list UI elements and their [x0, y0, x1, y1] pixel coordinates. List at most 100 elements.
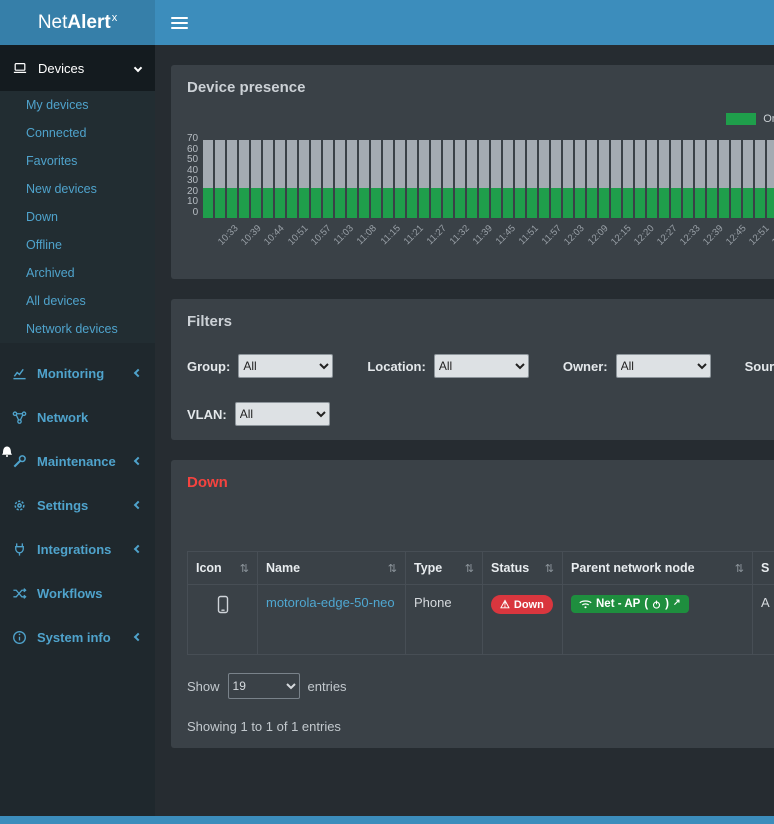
page-size-select[interactable]: 19	[228, 673, 300, 699]
sidebar-subitem-offline[interactable]: Offline	[0, 231, 155, 259]
sidebar-menu: Monitoring Network Maintenance Settings	[0, 351, 155, 659]
parent-network-node-cell: Net - AP ( ) ↗	[563, 585, 753, 655]
warning-icon: ⚠	[500, 598, 510, 611]
legend-label: Online	[763, 113, 774, 125]
gear-icon	[12, 498, 27, 513]
hamburger-icon	[171, 17, 188, 19]
sidebar-subitem-my-devices[interactable]: My devices	[0, 91, 155, 119]
edge-notification-icon[interactable]	[1, 444, 13, 457]
sidebar-item-maintenance[interactable]: Maintenance	[0, 439, 155, 483]
sidebar-item-label: Devices	[38, 61, 84, 76]
brand-bold: Alert	[67, 12, 110, 34]
sort-icon: ⇅	[545, 562, 554, 575]
entries-summary: Showing 1 to 1 of 1 entries	[187, 719, 774, 734]
parent-node-badge[interactable]: Net - AP ( ) ↗	[571, 595, 689, 613]
down-section-title: Down	[187, 474, 774, 491]
laptop-icon	[12, 61, 28, 75]
entries-label: entries	[308, 679, 347, 694]
sidebar-subitem-archived[interactable]: Archived	[0, 259, 155, 287]
chevron-down-icon	[134, 64, 142, 72]
column-header-icon[interactable]: Icon⇅	[188, 552, 258, 585]
chevron-left-icon	[134, 633, 142, 641]
sidebar-subitem-favorites[interactable]: Favorites	[0, 147, 155, 175]
smartphone-icon	[216, 595, 230, 615]
sidebar-item-system-info[interactable]: System info	[0, 615, 155, 659]
power-icon	[652, 600, 661, 609]
sidebar-item-settings[interactable]: Settings	[0, 483, 155, 527]
owner-filter-select[interactable]: All	[616, 354, 711, 378]
card-title: Filters	[187, 313, 774, 330]
sidebar-subitem-all-devices[interactable]: All devices	[0, 287, 155, 315]
sidebar-subitem-new-devices[interactable]: New devices	[0, 175, 155, 203]
device-name-link[interactable]: motorola-edge-50-neo	[266, 595, 395, 610]
info-icon	[12, 630, 27, 645]
sidebar-item-network[interactable]: Network	[0, 395, 155, 439]
column-header-status[interactable]: Status⇅	[483, 552, 563, 585]
group-filter: Group: All	[187, 354, 333, 378]
sidebar-item-integrations[interactable]: Integrations	[0, 527, 155, 571]
x-axis-labels: 10:3310:3910:4410:5110:5711:0311:0811:15…	[218, 221, 774, 265]
network-nodes-icon	[12, 410, 27, 425]
column-header-type[interactable]: Type⇅	[406, 552, 483, 585]
wrench-icon	[12, 454, 27, 469]
filters-row-2: VLAN: All	[187, 402, 774, 426]
devices-table: Icon⇅ Name⇅ Type⇅ Status⇅ Parent network…	[187, 551, 774, 655]
column-header-parent-network-node[interactable]: Parent network node⇅	[563, 552, 753, 585]
card-title: Device presence	[187, 79, 774, 96]
filters-card: Filters Group: All Location: All Owner: …	[171, 299, 774, 440]
brand-sup: x	[112, 12, 118, 24]
chart-line-icon	[12, 366, 27, 381]
device-status-cell: ⚠ Down	[483, 585, 563, 655]
wifi-icon	[579, 599, 592, 609]
down-devices-card: Down Icon⇅ Name⇅ Type⇅	[171, 460, 774, 748]
chevron-left-icon	[134, 457, 142, 465]
group-filter-select[interactable]: All	[238, 354, 333, 378]
main-content: Device presence Online 706050403020100 1…	[155, 45, 774, 768]
brand-prefix: Net	[38, 12, 68, 34]
chart-area: 706050403020100	[187, 134, 774, 218]
device-type-cell: Phone	[406, 585, 483, 655]
chart-plot	[203, 134, 774, 218]
vlan-filter-select[interactable]: All	[235, 402, 330, 426]
source-filter: Source: All	[745, 354, 774, 378]
filters-row-1: Group: All Location: All Owner: All Sour…	[187, 354, 774, 378]
brand-logo[interactable]: NetAlertx	[0, 0, 155, 45]
sidebar-item-devices[interactable]: Devices	[0, 45, 155, 91]
chevron-left-icon	[134, 501, 142, 509]
column-header-name[interactable]: Name⇅	[258, 552, 406, 585]
entries-pager: Show 19 entries	[187, 673, 774, 699]
sidebar-subitem-down[interactable]: Down	[0, 203, 155, 231]
sort-icon: ⇅	[388, 562, 397, 575]
y-axis-labels: 706050403020100	[187, 134, 203, 218]
sidebar-subitem-network-devices[interactable]: Network devices	[0, 315, 155, 343]
external-link-icon: ↗	[673, 598, 681, 607]
chevron-left-icon	[134, 545, 142, 553]
plug-icon	[12, 542, 27, 557]
sidebar: Devices My devices Connected Favorites N…	[0, 45, 155, 824]
location-filter: Location: All	[367, 354, 529, 378]
show-label: Show	[187, 679, 220, 694]
chevron-left-icon	[134, 369, 142, 377]
footer-bar	[0, 816, 774, 824]
shuffle-icon	[12, 586, 27, 601]
status-badge: ⚠ Down	[491, 595, 553, 614]
location-filter-select[interactable]: All	[434, 354, 529, 378]
last-cell: A	[753, 585, 774, 655]
column-header-last[interactable]: S⇅	[753, 552, 774, 585]
vlan-filter: VLAN: All	[187, 402, 330, 426]
sort-icon: ⇅	[735, 562, 744, 575]
sidebar-toggle-button[interactable]	[155, 0, 203, 45]
devices-submenu: My devices Connected Favorites New devic…	[0, 91, 155, 343]
device-name-cell: motorola-edge-50-neo	[258, 585, 406, 655]
table-header-row: Icon⇅ Name⇅ Type⇅ Status⇅ Parent network…	[188, 552, 774, 585]
device-presence-card: Device presence Online 706050403020100 1…	[171, 65, 774, 279]
top-header: NetAlertx	[0, 0, 774, 45]
sort-icon: ⇅	[465, 562, 474, 575]
sidebar-subitem-connected[interactable]: Connected	[0, 119, 155, 147]
sidebar-item-workflows[interactable]: Workflows	[0, 571, 155, 615]
sidebar-item-monitoring[interactable]: Monitoring	[0, 351, 155, 395]
table-row: motorola-edge-50-neo Phone ⚠ Down	[188, 585, 774, 655]
owner-filter: Owner: All	[563, 354, 711, 378]
chart-legend: Online	[187, 112, 774, 126]
legend-swatch	[726, 113, 756, 125]
